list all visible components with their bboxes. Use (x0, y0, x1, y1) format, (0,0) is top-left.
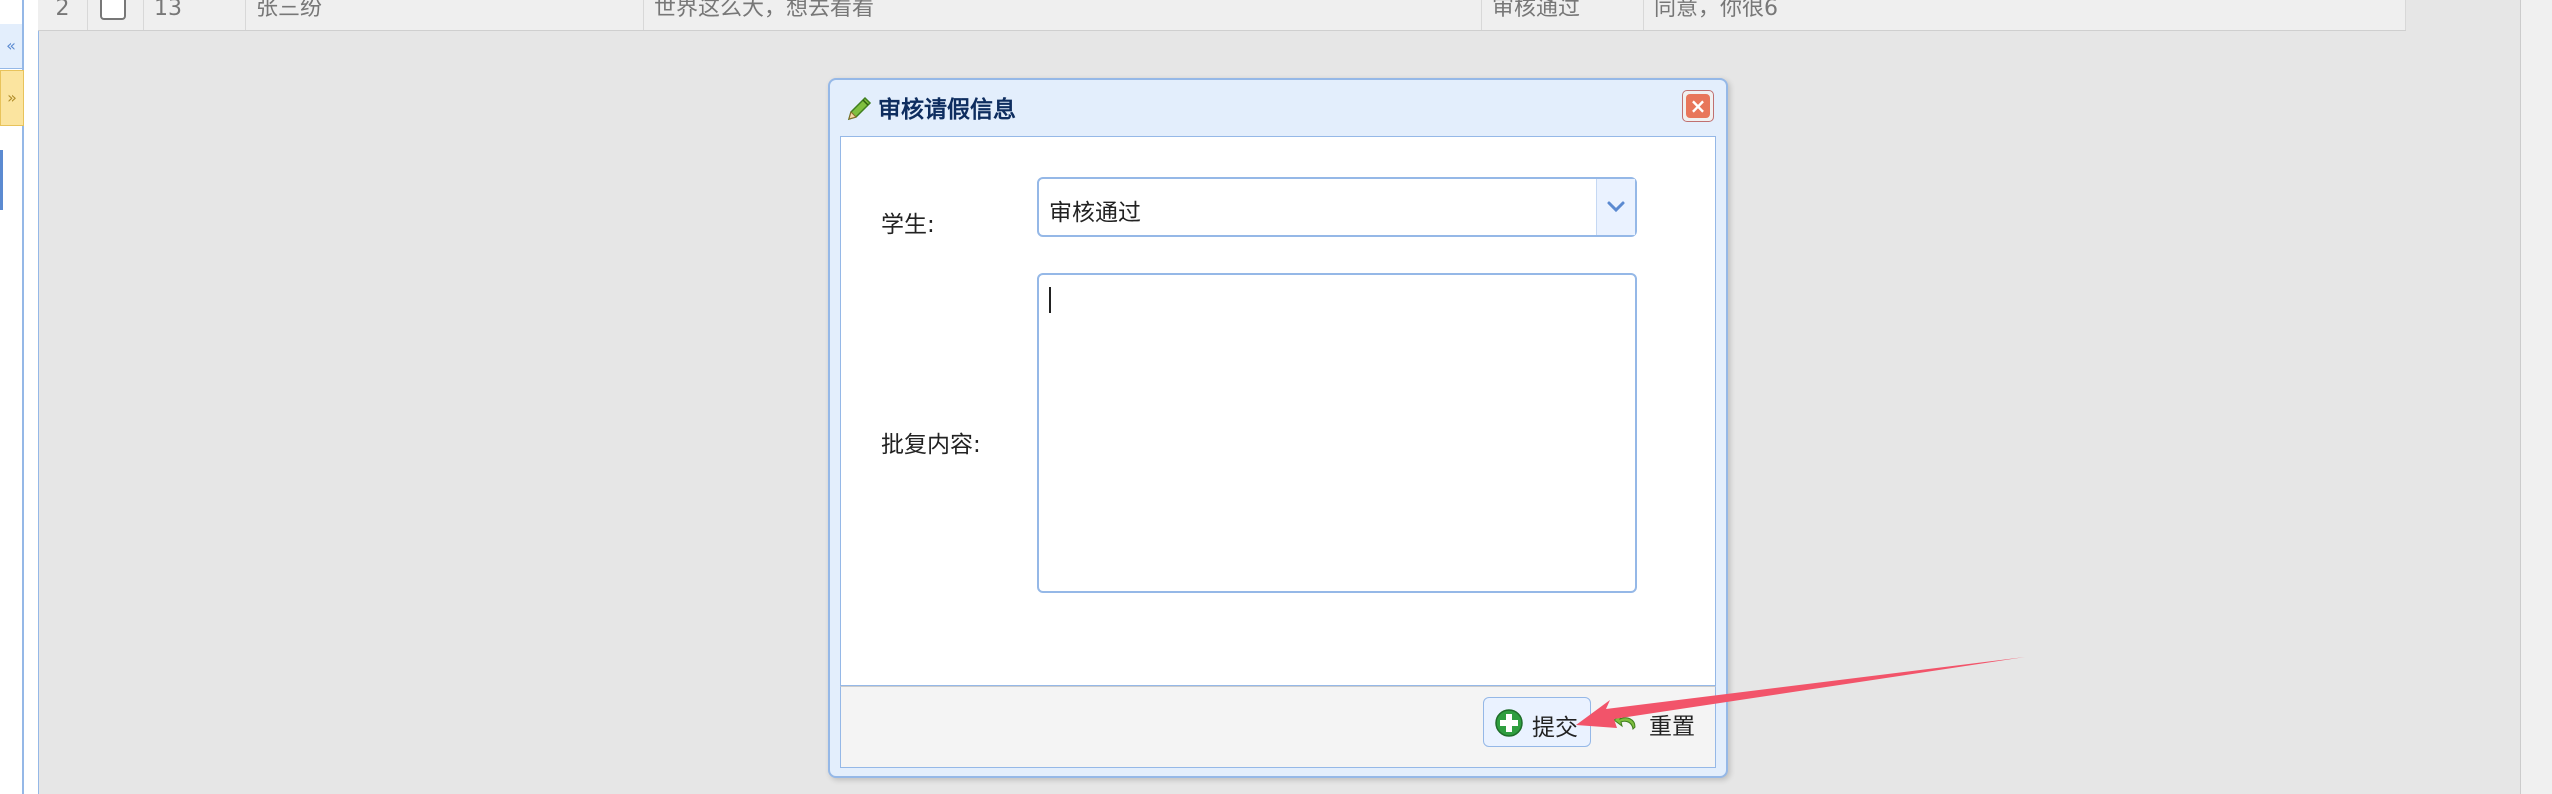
dialog-footer: 提交 重置 (840, 686, 1716, 768)
page-scrollbar[interactable] (2520, 0, 2552, 794)
undo-icon (1613, 712, 1636, 731)
sidebar-scroll-indicator (0, 150, 3, 210)
text-caret (1049, 287, 1051, 313)
select-arrow-button[interactable] (1596, 179, 1635, 235)
row-reason: 世界这么大，想去看看 (644, 0, 1482, 30)
pencil-icon (847, 96, 872, 121)
row-student: 张三纷 (246, 0, 644, 30)
plus-icon (1495, 709, 1523, 737)
left-sidebar-strip: « » (0, 0, 39, 794)
status-select-value: 审核通过 (1049, 200, 1141, 226)
reply-textarea[interactable] (1037, 273, 1637, 593)
close-icon[interactable]: × (1686, 94, 1710, 118)
status-select[interactable]: 审核通过 (1037, 177, 1637, 237)
row-status: 审核通过 (1482, 0, 1644, 30)
reset-button[interactable]: 重置 (1601, 697, 1705, 747)
submit-button-label: 提交 (1532, 715, 1578, 741)
chevron-down-icon (1607, 201, 1625, 213)
expand-icon[interactable]: » (0, 70, 24, 126)
reset-button-label: 重置 (1649, 714, 1695, 740)
dialog-body: 学生: 审核通过 批复内容: (840, 136, 1716, 686)
collapse-icon[interactable]: « (0, 24, 22, 69)
row-number: 2 (38, 0, 88, 30)
submit-button[interactable]: 提交 (1483, 697, 1591, 747)
review-dialog: 审核请假信息 × 学生: 审核通过 批复内容: 提交 重置 (828, 78, 1728, 778)
table-row[interactable]: 2 13 张三纷 世界这么大，想去看看 审核通过 同意，你很6 (38, 0, 2406, 31)
row-select-cell[interactable] (88, 0, 144, 30)
student-label: 学生: (881, 212, 935, 238)
dialog-title: 审核请假信息 (878, 97, 1016, 123)
row-id: 13 (144, 0, 246, 30)
row-reply: 同意，你很6 (1644, 0, 2406, 30)
reply-label: 批复内容: (881, 432, 981, 458)
row-checkbox[interactable] (100, 0, 126, 20)
close-button[interactable]: × (1682, 90, 1714, 122)
dialog-header[interactable]: 审核请假信息 × (830, 80, 1726, 132)
